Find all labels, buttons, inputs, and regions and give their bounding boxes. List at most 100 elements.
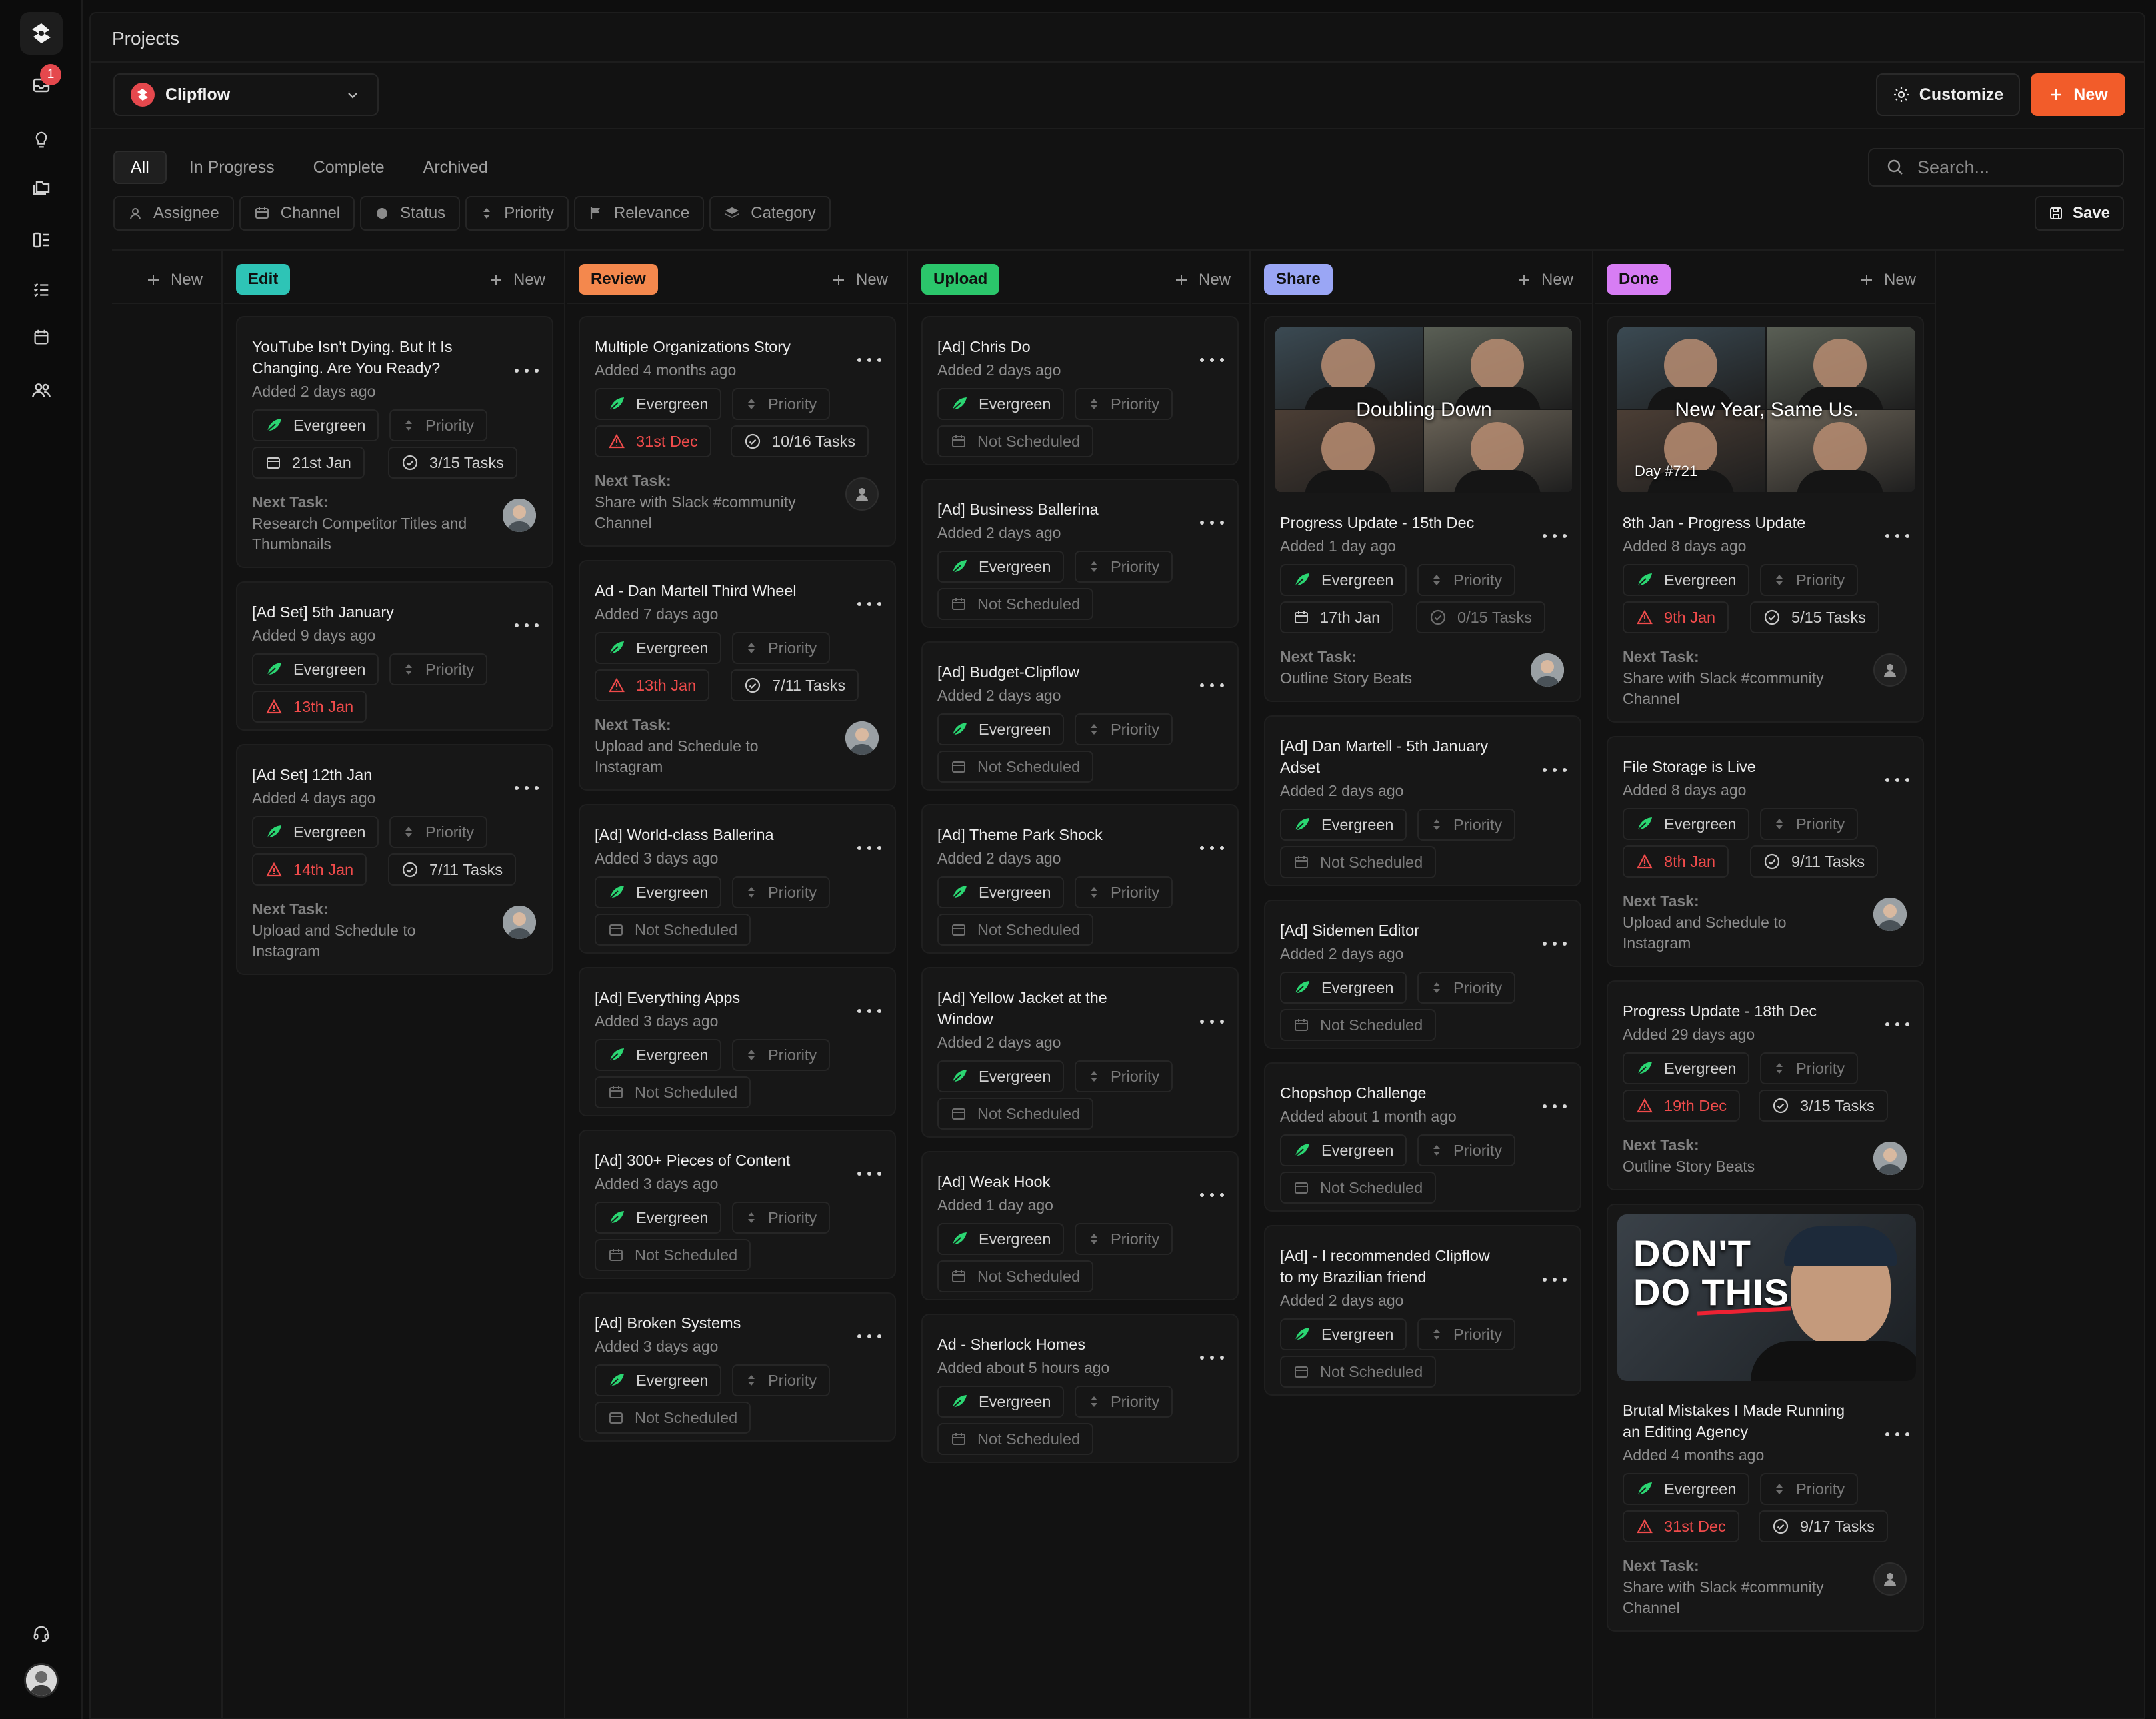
category-pill[interactable]: Evergreen: [1280, 809, 1407, 841]
due-date-pill[interactable]: 13th Jan: [252, 691, 367, 723]
category-pill[interactable]: Evergreen: [937, 1223, 1065, 1255]
add-card-button[interactable]: New: [831, 271, 888, 289]
project-card[interactable]: File Storage is Live Added 8 days ago Ever…: [1607, 736, 1924, 967]
project-card[interactable]: [Ad] Sidemen Editor Added 2 days ago Everg…: [1264, 900, 1581, 1049]
priority-pill[interactable]: Priority: [1075, 876, 1173, 908]
more-options-icon[interactable]: [1885, 773, 1909, 787]
due-date-pill[interactable]: 13th Jan: [595, 669, 710, 701]
team-icon[interactable]: [24, 373, 59, 408]
schedule-pill[interactable]: Not Scheduled: [937, 751, 1094, 783]
more-options-icon[interactable]: [1543, 529, 1567, 543]
unassigned-user-icon[interactable]: [1873, 653, 1907, 687]
project-card[interactable]: [Ad] Budget-Clipflow Added 2 days ago Ever…: [921, 641, 1239, 791]
assignee-avatar[interactable]: [503, 499, 536, 532]
category-pill[interactable]: Evergreen: [595, 1039, 722, 1071]
due-date-pill[interactable]: 17th Jan: [1280, 601, 1394, 633]
schedule-pill[interactable]: Not Scheduled: [595, 1239, 751, 1271]
project-card[interactable]: New Year, Same Us. Day #721 8th Jan - Prog…: [1607, 316, 1924, 723]
more-options-icon[interactable]: [1885, 1018, 1909, 1031]
due-date-pill[interactable]: 21st Jan: [252, 447, 365, 479]
category-pill[interactable]: Evergreen: [595, 1202, 722, 1234]
schedule-pill[interactable]: Not Scheduled: [1280, 1356, 1437, 1388]
category-pill[interactable]: Evergreen: [1280, 564, 1407, 596]
filter-assignee[interactable]: Assignee: [113, 196, 234, 231]
schedule-pill[interactable]: Not Scheduled: [937, 1260, 1094, 1292]
more-options-icon[interactable]: [515, 781, 539, 795]
schedule-pill[interactable]: Not Scheduled: [1280, 846, 1437, 878]
save-view-button[interactable]: Save: [2035, 196, 2124, 231]
more-options-icon[interactable]: [1543, 937, 1567, 950]
priority-pill[interactable]: Priority: [389, 816, 488, 848]
more-options-icon[interactable]: [1200, 1351, 1224, 1364]
more-options-icon[interactable]: [1200, 679, 1224, 692]
column-status-label[interactable]: Edit: [236, 264, 291, 295]
project-card[interactable]: [Ad] Weak Hook Added 1 day ago Evergreen Pr…: [921, 1151, 1239, 1300]
tasks-pill[interactable]: 7/11 Tasks: [731, 669, 859, 701]
new-project-button[interactable]: New: [2031, 73, 2125, 116]
schedule-pill[interactable]: Not Scheduled: [937, 914, 1094, 946]
priority-pill[interactable]: Priority: [1760, 808, 1859, 840]
more-options-icon[interactable]: [515, 619, 539, 632]
priority-pill[interactable]: Priority: [1075, 1060, 1173, 1092]
category-pill[interactable]: Evergreen: [252, 816, 379, 848]
priority-pill[interactable]: Priority: [389, 409, 488, 441]
project-card[interactable]: Progress Update - 18th Dec Added 29 days …: [1607, 980, 1924, 1190]
support-headset-icon[interactable]: [24, 1616, 59, 1651]
tab-in-progress[interactable]: In Progress: [173, 151, 291, 184]
project-card[interactable]: Ad - Dan Martell Third Wheel Added 7 days…: [579, 560, 896, 791]
folders-icon[interactable]: [24, 169, 59, 204]
user-avatar[interactable]: [24, 1663, 59, 1698]
project-card[interactable]: YouTube Isn't Dying. But It Is Changing. …: [236, 316, 553, 568]
category-pill[interactable]: Evergreen: [252, 409, 379, 441]
category-pill[interactable]: Evergreen: [937, 876, 1065, 908]
category-pill[interactable]: Evergreen: [937, 1060, 1065, 1092]
add-card-button[interactable]: New: [1173, 271, 1231, 289]
category-pill[interactable]: Evergreen: [937, 388, 1065, 420]
assignee-avatar[interactable]: [845, 721, 879, 755]
category-pill[interactable]: Evergreen: [937, 713, 1065, 745]
project-card[interactable]: [Ad] - I recommended Clipflow to my Brazi…: [1264, 1225, 1581, 1396]
priority-pill[interactable]: Priority: [1760, 1473, 1859, 1505]
more-options-icon[interactable]: [1200, 1188, 1224, 1202]
priority-pill[interactable]: Priority: [1417, 972, 1516, 1004]
priority-pill[interactable]: Priority: [1760, 564, 1859, 596]
assignee-avatar[interactable]: [1873, 1142, 1907, 1175]
due-date-pill[interactable]: 9th Jan: [1623, 601, 1729, 633]
video-thumbnail[interactable]: New Year, Same Us. Day #721: [1617, 327, 1916, 493]
schedule-pill[interactable]: Not Scheduled: [937, 588, 1094, 620]
priority-pill[interactable]: Priority: [732, 876, 831, 908]
tab-archived[interactable]: Archived: [407, 151, 504, 184]
priority-pill[interactable]: Priority: [389, 653, 488, 685]
tasks-pill[interactable]: 9/11 Tasks: [1750, 845, 1879, 878]
more-options-icon[interactable]: [857, 597, 881, 611]
due-date-pill[interactable]: 14th Jan: [252, 853, 367, 886]
priority-pill[interactable]: Priority: [732, 1039, 831, 1071]
project-card[interactable]: [Ad] 300+ Pieces of Content Added 3 days …: [579, 1130, 896, 1279]
tab-complete[interactable]: Complete: [297, 151, 401, 184]
schedule-pill[interactable]: Not Scheduled: [595, 914, 751, 946]
assignee-avatar[interactable]: [503, 906, 536, 939]
more-options-icon[interactable]: [1200, 1015, 1224, 1028]
priority-pill[interactable]: Priority: [732, 1202, 831, 1234]
clipflow-logo-icon[interactable]: [20, 12, 63, 55]
unassigned-user-icon[interactable]: [1873, 1562, 1907, 1596]
project-card[interactable]: [Ad] Theme Park Shock Added 2 days ago Eve…: [921, 804, 1239, 954]
category-pill[interactable]: Evergreen: [1623, 564, 1750, 596]
due-date-pill[interactable]: 31st Dec: [1623, 1510, 1739, 1542]
project-card[interactable]: [Ad] Dan Martell - 5th January Adset Added…: [1264, 715, 1581, 886]
priority-pill[interactable]: Priority: [732, 388, 831, 420]
category-pill[interactable]: Evergreen: [1280, 1134, 1407, 1166]
add-card-button[interactable]: New: [1516, 271, 1573, 289]
project-card[interactable]: [Ad] Chris Do Added 2 days ago Evergreen Pr…: [921, 316, 1239, 465]
project-card[interactable]: [Ad Set] 12th Jan Added 4 days ago Evergre…: [236, 744, 553, 975]
more-options-icon[interactable]: [1200, 841, 1224, 855]
category-pill[interactable]: Evergreen: [595, 876, 722, 908]
category-pill[interactable]: Evergreen: [252, 653, 379, 685]
priority-pill[interactable]: Priority: [1417, 1318, 1516, 1350]
filter-relevance[interactable]: Relevance: [573, 196, 705, 231]
filter-status[interactable]: Status: [360, 196, 461, 231]
filter-priority[interactable]: Priority: [465, 196, 569, 231]
lightbulb-icon[interactable]: [24, 123, 59, 157]
add-card-button[interactable]: New: [145, 271, 203, 289]
filter-category[interactable]: Category: [709, 196, 831, 231]
